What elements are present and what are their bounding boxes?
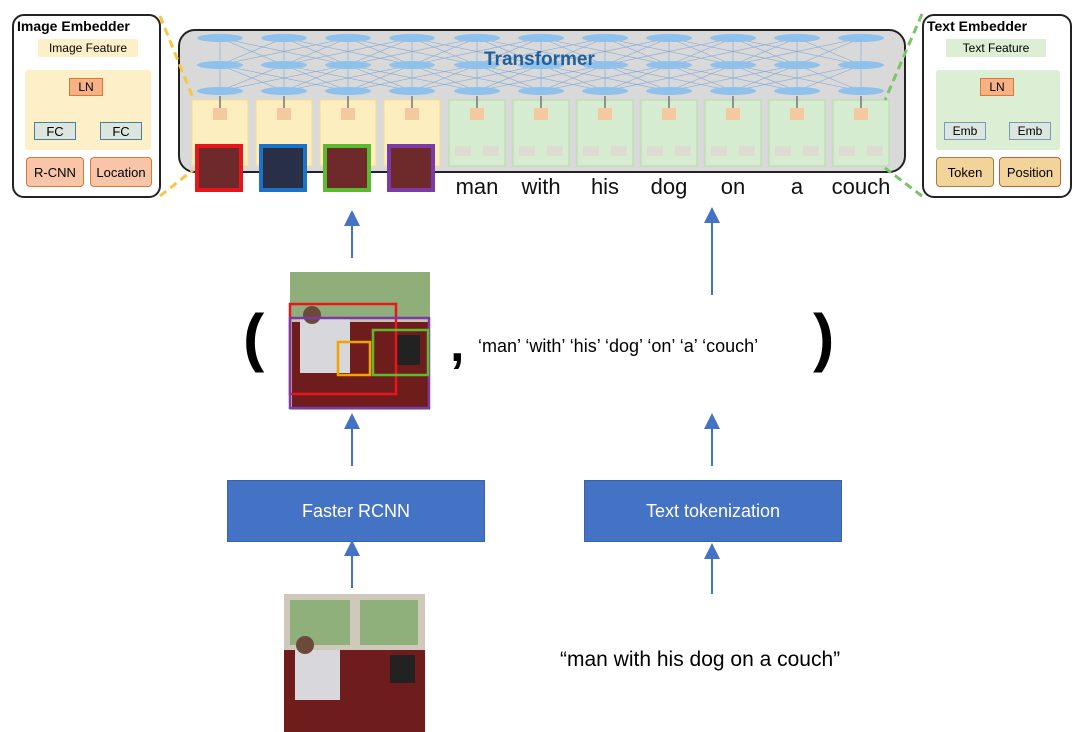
position-input-box: Position [999, 157, 1061, 187]
transformer-node [261, 87, 307, 95]
word-token: on [720, 174, 746, 199]
transformer-node [261, 61, 307, 69]
token-input-box: Token [936, 157, 994, 187]
location-input-box: Location [90, 157, 152, 187]
fc-box: FC [34, 122, 76, 140]
text-tokenization-box: Text tokenization [584, 480, 842, 542]
connector-layer: + + [48, 13, 1034, 732]
transformer-node [582, 87, 628, 95]
comma: , [450, 315, 465, 373]
close-paren: ) [813, 301, 835, 373]
image-embedder-title: Image Embedder [17, 18, 130, 34]
word-token: a [790, 174, 804, 199]
transformer-node [325, 34, 371, 42]
text-feature-label: Text Feature [946, 39, 1046, 57]
text-embedder-panel: Text Embedder Text Feature LN Emb Emb To… [922, 14, 1072, 198]
transformer-node [774, 87, 820, 95]
transformer-node [646, 87, 692, 95]
word-token: with [521, 174, 561, 199]
transformer-node [710, 34, 756, 42]
word-token: dog [650, 174, 688, 199]
transformer-node [518, 34, 564, 42]
emb-box: Emb [1009, 122, 1051, 140]
transformer-title: Transformer [484, 49, 595, 70]
transformer-node [518, 87, 564, 95]
transformer-node [838, 34, 884, 42]
region-thumbnail [387, 144, 435, 192]
transformer-node [197, 34, 243, 42]
emb-box: Emb [944, 122, 986, 140]
word-token: man [455, 174, 499, 199]
transformer-node [454, 34, 500, 42]
word-token: couch [831, 174, 891, 199]
fc-box: FC [100, 122, 142, 140]
transformer-node [582, 34, 628, 42]
rcnn-input-box: R-CNN [26, 157, 84, 187]
transformer-node [646, 34, 692, 42]
transformer-node [389, 34, 435, 42]
transformer-node [710, 61, 756, 69]
ln-box: LN [980, 78, 1014, 96]
transformer-node [325, 87, 371, 95]
transformer-node [646, 61, 692, 69]
transformer-node [838, 87, 884, 95]
caption: “man with his dog on a couch” [560, 648, 841, 671]
image-feature-label: Image Feature [38, 39, 138, 57]
transformer-node [261, 34, 307, 42]
zoom-line-image [159, 168, 194, 198]
detected-regions-image [288, 272, 431, 410]
image-embedder-panel: Image Embedder Image Feature LN FC FC R-… [12, 14, 161, 198]
transformer-node [838, 61, 884, 69]
transformer-node [774, 61, 820, 69]
transformer-node [197, 87, 243, 95]
faster-rcnn-box: Faster RCNN [227, 480, 485, 542]
transformer-node [325, 61, 371, 69]
transformer-node [774, 34, 820, 42]
text-embedder-title: Text Embedder [927, 18, 1028, 34]
transformer-node [710, 87, 756, 95]
open-paren: ( [243, 301, 265, 373]
transformer-node [389, 61, 435, 69]
transformer-node [389, 87, 435, 95]
region-thumbnail [259, 144, 307, 192]
transformer-node [197, 61, 243, 69]
region-thumbnail [195, 144, 243, 192]
word-token: his [590, 174, 620, 199]
ln-box: LN [69, 78, 103, 96]
token-list: ‘man’ ‘with’ ‘his’ ‘dog’ ‘on’ ‘a’ ‘couch… [478, 336, 759, 356]
transformer-node [454, 87, 500, 95]
input-image [284, 594, 425, 732]
region-thumbnail [323, 144, 371, 192]
